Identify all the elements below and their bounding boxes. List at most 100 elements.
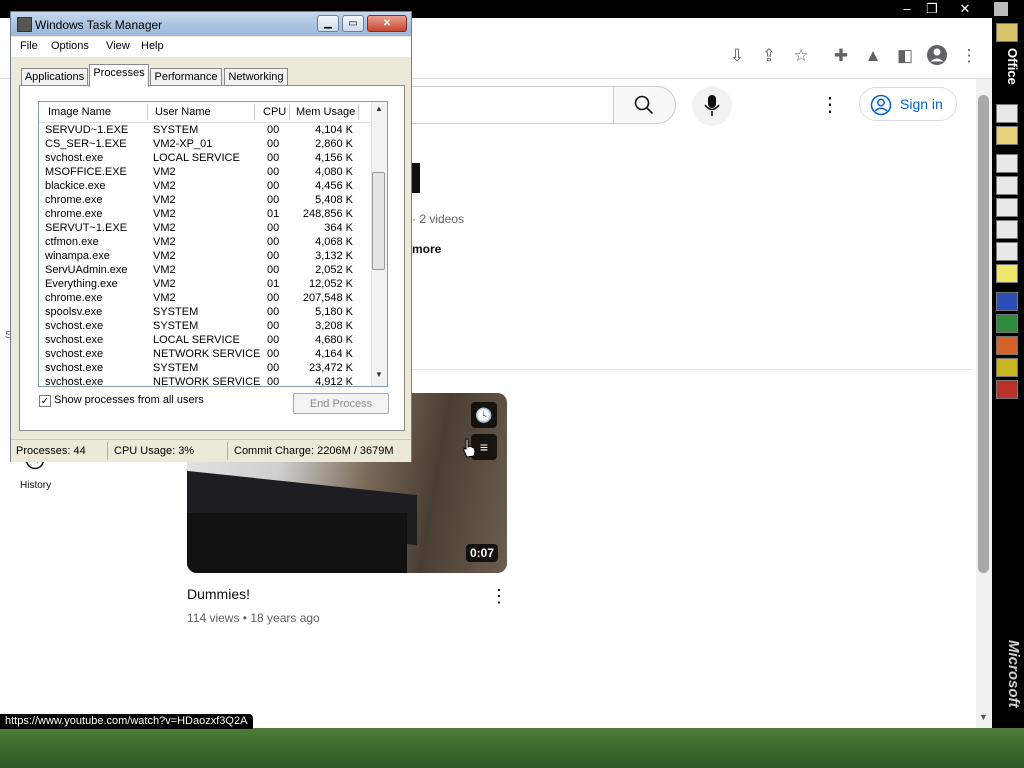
process-image-name: winampa.exe (45, 250, 110, 262)
profile-icon[interactable] (925, 44, 949, 68)
office-mail-icon[interactable] (996, 154, 1018, 173)
process-image-name: svchost.exe (45, 334, 104, 346)
search-input[interactable] (410, 86, 614, 124)
process-row[interactable]: chrome.exe VM2 01 248,856 K (39, 207, 371, 221)
labs-icon[interactable]: ▲ (861, 44, 885, 68)
video-menu-icon[interactable]: ⋮ (490, 586, 508, 608)
tm-close-button[interactable]: ✕ (367, 15, 407, 32)
status-cpu-usage: CPU Usage: 3% (114, 445, 195, 457)
powerpoint-icon[interactable] (996, 336, 1018, 355)
close-button[interactable]: ✕ (950, 0, 980, 18)
process-row[interactable]: svchost.exe NETWORK SERVICE 00 4,912 K (39, 375, 371, 387)
process-row[interactable]: Everything.exe VM2 01 12,052 K (39, 277, 371, 291)
menu-options[interactable]: Options (51, 40, 89, 52)
sign-in-button[interactable]: Sign in (859, 87, 957, 121)
process-row[interactable]: ServUAdmin.exe VM2 00 2,052 K (39, 263, 371, 277)
process-list[interactable]: Image Name User Name CPU Mem Usage SERVU… (38, 101, 388, 387)
restore-button[interactable]: ❐ (917, 0, 947, 18)
office-new-document-icon[interactable] (996, 104, 1018, 123)
office-calendar-icon[interactable] (996, 176, 1018, 195)
menu-help[interactable]: Help (141, 40, 164, 52)
process-cpu: 00 (267, 264, 280, 276)
process-cpu: 00 (267, 376, 280, 387)
process-row[interactable]: MSOFFICE.EXE VM2 00 4,080 K (39, 165, 371, 179)
office-bar-menu-icon[interactable] (994, 2, 1008, 16)
show-all-processes-checkbox[interactable]: ✓ (39, 395, 51, 407)
extensions-icon[interactable]: ✚ (829, 44, 853, 68)
process-list-scroll-thumb[interactable] (372, 172, 385, 270)
process-row[interactable]: svchost.exe SYSTEM 00 3,208 K (39, 319, 371, 333)
tm-minimize-button[interactable]: ▁ (317, 15, 339, 32)
process-row[interactable]: spoolsv.exe SYSTEM 00 5,180 K (39, 305, 371, 319)
star-icon[interactable]: ☆ (789, 44, 813, 68)
column-user-name[interactable]: User Name (155, 106, 211, 118)
process-image-name: blackice.exe (45, 180, 106, 192)
tab-processes[interactable]: Processes (89, 64, 149, 87)
menu-view[interactable]: View (106, 40, 130, 52)
office-folder-icon[interactable] (996, 23, 1018, 42)
office-contact-icon[interactable] (996, 220, 1018, 239)
process-row[interactable]: chrome.exe VM2 00 207,548 K (39, 291, 371, 305)
menu-file[interactable]: File (20, 40, 38, 52)
search-button[interactable] (613, 86, 676, 124)
process-row[interactable]: ctfmon.exe VM2 00 4,068 K (39, 235, 371, 249)
hand-cursor-icon (463, 438, 476, 458)
process-user-name: LOCAL SERVICE (153, 334, 240, 346)
process-user-name: SYSTEM (153, 320, 199, 332)
tab-networking[interactable]: Networking (224, 68, 288, 86)
process-cpu: 00 (267, 348, 280, 360)
window-title: Windows Task Manager (35, 18, 163, 32)
process-cpu: 00 (267, 222, 280, 234)
process-cpu: 01 (267, 278, 280, 290)
tm-maximize-button[interactable]: ▭ (342, 15, 364, 32)
process-row[interactable]: winampa.exe VM2 00 3,132 K (39, 249, 371, 263)
microsoft-brand-label: Microsoft (1005, 640, 1022, 708)
excel-icon[interactable] (996, 314, 1018, 333)
sidebar-icon[interactable]: ◧ (893, 44, 917, 68)
process-user-name: SYSTEM (153, 124, 199, 136)
process-user-name: LOCAL SERVICE (153, 152, 240, 164)
word-icon[interactable] (996, 292, 1018, 311)
install-icon[interactable]: ⇩ (725, 44, 749, 68)
outlook-icon[interactable] (996, 358, 1018, 377)
process-cpu: 00 (267, 306, 280, 318)
process-row[interactable]: blackice.exe VM2 00 4,456 K (39, 179, 371, 193)
video-title[interactable]: Dummies! (187, 586, 250, 602)
office-open-document-icon[interactable] (996, 126, 1018, 145)
tab-applications[interactable]: Applications (21, 68, 88, 86)
scroll-down-arrow-icon[interactable]: ▼ (372, 370, 386, 384)
office-task-icon[interactable] (996, 198, 1018, 217)
scroll-down-arrow-icon[interactable]: ▼ (978, 712, 989, 724)
voice-search-button[interactable] (692, 86, 732, 126)
process-row[interactable]: CS_SER~1.EXE VM2-XP_01 00 2,860 K (39, 137, 371, 151)
column-mem-usage[interactable]: Mem Usage (296, 106, 355, 118)
column-image-name[interactable]: Image Name (48, 106, 111, 118)
end-process-button[interactable]: End Process (293, 393, 389, 414)
process-row[interactable]: svchost.exe SYSTEM 00 23,472 K (39, 361, 371, 375)
process-image-name: Everything.exe (45, 278, 118, 290)
office-note-icon[interactable] (996, 264, 1018, 283)
process-row[interactable]: SERVUT~1.EXE VM2 00 364 K (39, 221, 371, 235)
sidebar-item-history[interactable]: History (20, 480, 51, 491)
office-journal-icon[interactable] (996, 242, 1018, 261)
process-mem-usage: 2,860 K (315, 138, 353, 150)
settings-menu-icon[interactable]: ⋮ (820, 92, 840, 118)
desktop-background (0, 728, 1024, 768)
tab-performance[interactable]: Performance (150, 68, 222, 86)
process-row[interactable]: svchost.exe LOCAL SERVICE 00 4,156 K (39, 151, 371, 165)
scroll-up-arrow-icon[interactable]: ▲ (372, 104, 386, 118)
process-row[interactable]: svchost.exe LOCAL SERVICE 00 4,680 K (39, 333, 371, 347)
menu-icon[interactable]: ⋮ (957, 44, 981, 68)
process-row[interactable]: svchost.exe NETWORK SERVICE 00 4,164 K (39, 347, 371, 361)
page-scrollbar-thumb[interactable] (978, 95, 989, 573)
watch-later-icon[interactable]: 🕓 (471, 402, 497, 428)
column-cpu[interactable]: CPU (263, 106, 286, 118)
account-icon (870, 94, 892, 116)
process-row[interactable]: SERVUD~1.EXE SYSTEM 00 4,104 K (39, 123, 371, 137)
channel-more-link[interactable]: more (412, 242, 441, 256)
access-icon[interactable] (996, 380, 1018, 399)
task-manager-titlebar[interactable]: Windows Task Manager ▁ ▭ ✕ (11, 12, 411, 36)
share-icon[interactable]: ⇪ (757, 44, 781, 68)
show-all-processes-label[interactable]: Show processes from all users (54, 394, 204, 406)
process-row[interactable]: chrome.exe VM2 00 5,408 K (39, 193, 371, 207)
